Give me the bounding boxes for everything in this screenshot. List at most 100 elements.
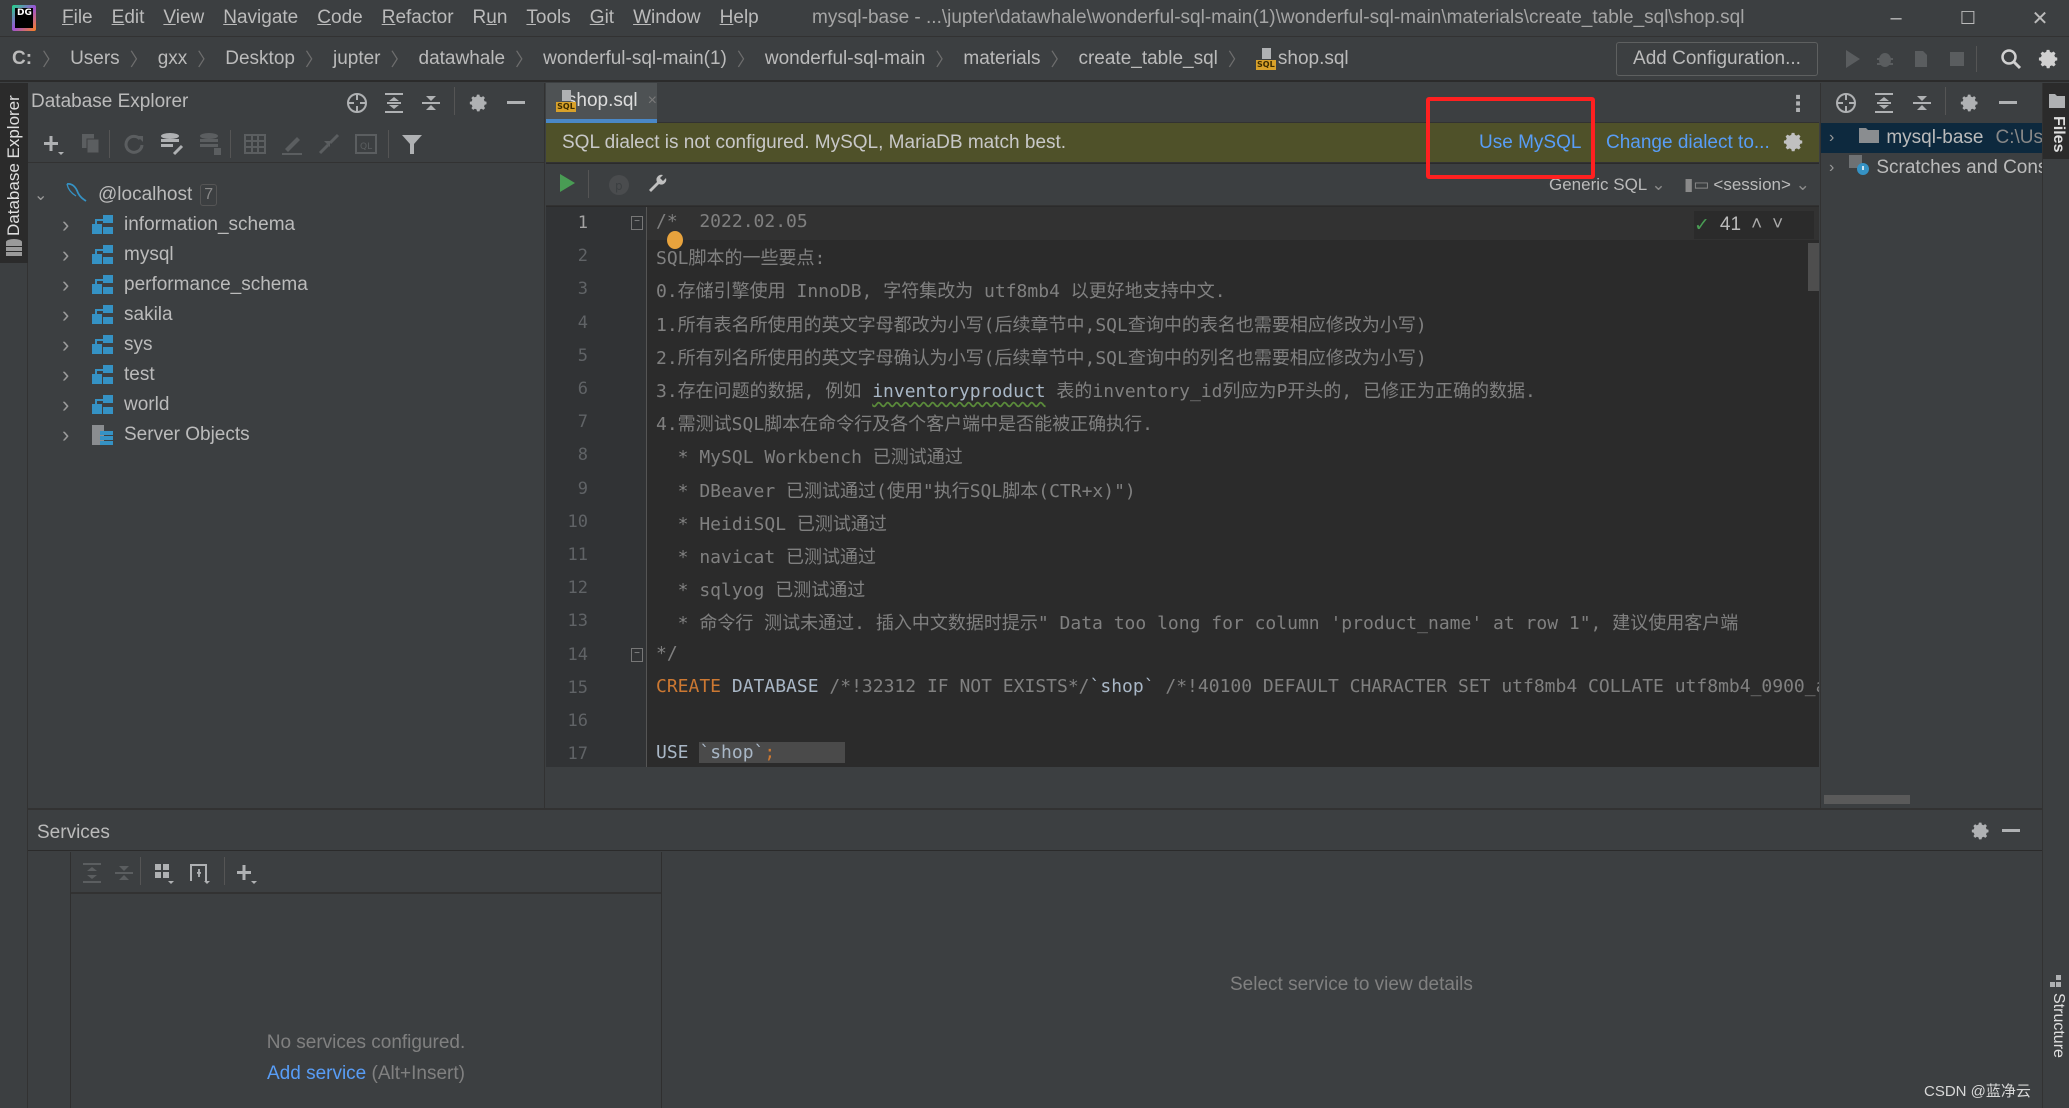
collapse-all-icon[interactable] (1909, 90, 1935, 116)
chevron-right-icon[interactable]: › (62, 392, 78, 418)
close-window-button[interactable]: ✕ (2012, 0, 2068, 37)
chevron-right-icon[interactable]: › (1829, 159, 1834, 177)
menu-view[interactable]: View (163, 7, 204, 29)
menu-navigate[interactable]: Navigate (223, 7, 298, 29)
tree-item-schema[interactable]: › performance_schema (62, 270, 308, 300)
tree-item-schema[interactable]: › mysql (62, 240, 174, 270)
dialect-selector[interactable]: Generic SQL ⌄ (1549, 175, 1666, 195)
chevron-right-icon[interactable]: › (62, 212, 78, 238)
expand-all-icon[interactable] (79, 860, 105, 886)
settings-gear-icon[interactable] (1957, 90, 1983, 116)
expand-all-icon[interactable] (381, 90, 407, 116)
menu-window[interactable]: Window (633, 7, 701, 29)
session-selector[interactable]: ▮▭ <session> ⌄ (1684, 175, 1810, 195)
inspection-widget[interactable]: ✓ 41 ˄ ˅ (1694, 211, 1814, 239)
chevron-right-icon[interactable]: › (62, 362, 78, 388)
menu-refactor[interactable]: Refactor (382, 7, 454, 29)
collapse-all-icon[interactable] (418, 90, 444, 116)
maximize-button[interactable]: ☐ (1940, 0, 1996, 37)
run-icon[interactable] (1840, 46, 1866, 72)
edit-pencil-icon[interactable] (279, 131, 305, 157)
wrench-icon[interactable] (646, 173, 668, 201)
refresh-icon[interactable] (121, 131, 147, 157)
lightbulb-icon[interactable] (667, 231, 683, 249)
settings-gear-icon[interactable] (2036, 46, 2062, 72)
breadcrumb-item[interactable]: create_table_sql (1078, 48, 1217, 70)
breadcrumb-item[interactable]: materials (963, 48, 1040, 70)
debug-icon[interactable] (1872, 46, 1898, 72)
use-mysql-link[interactable]: Use MySQL (1479, 132, 1581, 154)
data-source-properties-icon[interactable] (159, 131, 185, 157)
chevron-right-icon[interactable]: › (62, 332, 78, 358)
search-icon[interactable] (1998, 46, 2024, 72)
menu-run[interactable]: Run (473, 7, 508, 29)
execute-icon[interactable] (560, 174, 575, 192)
breadcrumb-item[interactable]: Desktop (225, 48, 295, 70)
breadcrumb-file[interactable]: shop.sql (1278, 48, 1349, 70)
breadcrumb-item[interactable]: Users (70, 48, 120, 70)
run-with-coverage-icon[interactable] (1908, 46, 1934, 72)
add-icon[interactable] (40, 131, 66, 157)
parameters-icon[interactable]: p (608, 174, 630, 202)
breadcrumb-item[interactable]: wonderful-sql-main(1) (543, 48, 727, 70)
add-configuration-button[interactable]: Add Configuration... (1616, 42, 1818, 76)
settings-gear-icon[interactable] (1968, 818, 1994, 844)
duplicate-icon[interactable] (78, 131, 104, 157)
files-tool-tab[interactable]: Files (2043, 83, 2069, 159)
add-service-link[interactable]: Add service (267, 1063, 366, 1084)
chevron-right-icon[interactable]: › (62, 242, 78, 268)
chevron-right-icon[interactable]: › (62, 302, 78, 328)
new-group-icon[interactable] (187, 860, 213, 886)
menu-edit[interactable]: Edit (112, 7, 145, 29)
group-by-icon[interactable] (151, 860, 177, 886)
breadcrumb-item[interactable]: jupter (333, 48, 381, 70)
project-item-scratches[interactable]: › Scratches and Consoles (1821, 153, 2042, 183)
chevron-right-icon[interactable]: › (62, 272, 78, 298)
minimize-panel-icon[interactable] (1998, 818, 2024, 844)
menu-git[interactable]: Git (590, 7, 614, 29)
tree-item-schema[interactable]: › sakila (62, 300, 173, 330)
breadcrumb-item[interactable]: wonderful-sql-main (765, 48, 926, 70)
query-console-icon[interactable]: QL (353, 131, 379, 157)
code-editor[interactable]: /* 2022.02.05 SQL脚本的一些要点: 0.存储引擎使用 InnoDB,… (546, 207, 1819, 767)
horizontal-scrollbar[interactable] (1824, 795, 1910, 804)
stop-icon[interactable] (1944, 46, 1970, 72)
more-vertical-icon[interactable]: ⋮ (1787, 91, 1809, 117)
tree-item-schema[interactable]: › world (62, 390, 169, 420)
breadcrumb-drive[interactable]: C: (12, 48, 32, 70)
chevron-down-icon[interactable]: ⌄ (34, 185, 50, 205)
locate-crosshair-icon[interactable] (1833, 90, 1859, 116)
chevron-down-icon[interactable]: ˅ (1772, 214, 1783, 236)
change-dialect-link[interactable]: Change dialect to... (1606, 132, 1770, 154)
menu-file[interactable]: File (62, 7, 93, 29)
database-icon[interactable] (198, 131, 224, 157)
project-item-mysql-base[interactable]: › mysql-base C:\Us (1821, 123, 2042, 153)
settings-gear-icon[interactable] (466, 90, 492, 116)
database-explorer-tool-tab[interactable]: Database Explorer (0, 83, 28, 263)
minimize-panel-icon[interactable] (1995, 90, 2021, 116)
minimize-panel-icon[interactable] (503, 90, 529, 116)
breadcrumb-item[interactable]: gxx (158, 48, 188, 70)
table-view-icon[interactable] (242, 131, 268, 157)
breadcrumb-item[interactable]: datawhale (419, 48, 506, 70)
tab-shop-sql[interactable]: SQL shop.sql × (546, 83, 657, 123)
fold-marker-icon[interactable]: − (631, 648, 643, 662)
fold-marker-icon[interactable]: − (631, 216, 643, 230)
menu-tools[interactable]: Tools (526, 7, 570, 29)
locate-crosshair-icon[interactable] (344, 90, 370, 116)
expand-all-icon[interactable] (1871, 90, 1897, 116)
close-tab-icon[interactable]: × (648, 92, 657, 110)
structure-tool-tab[interactable]: Structure (2043, 973, 2069, 1108)
tree-item-schema[interactable]: › information_schema (62, 210, 295, 240)
compare-arrows-icon[interactable] (316, 131, 342, 157)
minimize-button[interactable]: – (1868, 0, 1924, 37)
tree-item-schema[interactable]: › sys (62, 330, 153, 360)
collapse-all-icon[interactable] (111, 860, 137, 886)
tree-item-schema[interactable]: › test (62, 360, 155, 390)
tree-item-server-objects[interactable]: › Server Objects (62, 420, 250, 450)
menu-help[interactable]: Help (720, 7, 759, 29)
add-service-icon[interactable] (233, 860, 259, 886)
menu-code[interactable]: Code (317, 7, 362, 29)
chevron-right-icon[interactable]: › (62, 422, 78, 448)
vertical-scrollbar[interactable] (1808, 243, 1819, 291)
